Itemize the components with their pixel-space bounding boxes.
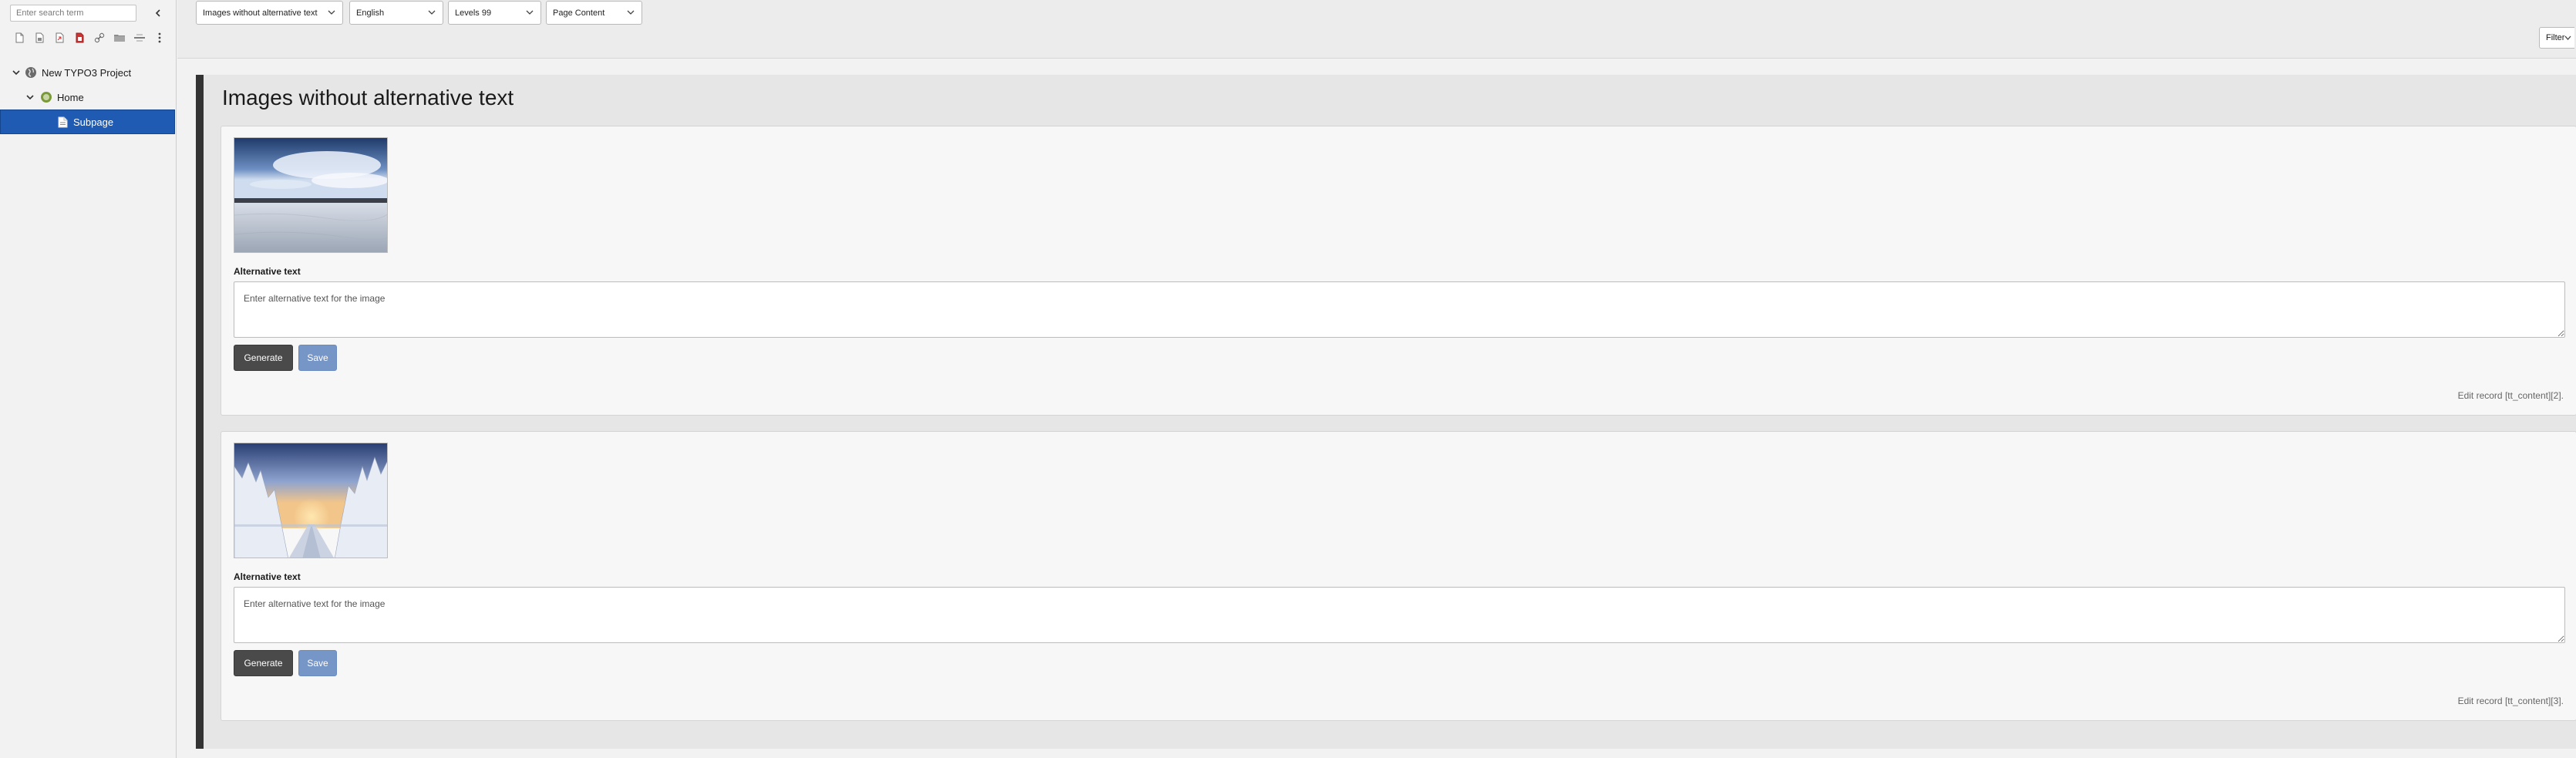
- tree-node-label: Home: [57, 91, 84, 103]
- filter-button-label: Filter: [2546, 33, 2565, 42]
- chevron-down-icon: [627, 10, 635, 15]
- tree-node-home[interactable]: Home: [0, 85, 176, 109]
- more-vertical-icon[interactable]: [150, 30, 170, 45]
- page-title: Images without alternative text: [222, 86, 514, 109]
- report-panel: Images without alternative text Alternat…: [196, 75, 2576, 749]
- tree-node-site-root[interactable]: New TYPO3 Project: [0, 60, 176, 85]
- tree-toolbar: [9, 30, 170, 45]
- image-thumbnail: [234, 137, 388, 253]
- alt-text-label: Alternative text: [234, 571, 301, 582]
- alt-text-input[interactable]: [234, 587, 2565, 643]
- image-card: Alternative text Generate Save Edit reco…: [221, 431, 2576, 721]
- home-page-icon: [40, 91, 52, 103]
- page-icon: [56, 116, 69, 128]
- language-select-value: English: [356, 8, 385, 18]
- tree-node-subpage[interactable]: Subpage: [0, 109, 175, 134]
- edit-record-link[interactable]: Edit record [tt_content][3].: [2458, 696, 2564, 706]
- image-card: Alternative text Generate Save Edit reco…: [221, 126, 2576, 416]
- generate-button[interactable]: Generate: [234, 345, 293, 371]
- module-body: Images without alternative text Alternat…: [177, 59, 2576, 758]
- save-button[interactable]: Save: [298, 650, 337, 676]
- chevron-left-icon: [155, 9, 160, 17]
- new-mountpoint-icon[interactable]: [69, 30, 89, 45]
- content-type-select-value: Page Content: [553, 8, 605, 18]
- save-button[interactable]: Save: [298, 345, 337, 371]
- tree-node-label: Subpage: [73, 116, 114, 128]
- page-tree: New TYPO3 Project Home Subpage: [0, 0, 177, 758]
- module-docheader: Images without alternative text English …: [177, 0, 2576, 59]
- new-shortcut-icon[interactable]: [49, 30, 69, 45]
- edit-record-link[interactable]: Edit record [tt_content][2].: [2458, 390, 2564, 401]
- report-select-value: Images without alternative text: [203, 8, 318, 18]
- tree-nodes: New TYPO3 Project Home Subpage: [0, 60, 176, 134]
- report-select[interactable]: Images without alternative text: [196, 1, 343, 25]
- tree-node-label: New TYPO3 Project: [42, 66, 132, 79]
- site-globe-icon: [25, 66, 37, 79]
- tree-search-input[interactable]: [10, 5, 136, 22]
- alt-text-label: Alternative text: [234, 266, 301, 277]
- new-folder-icon[interactable]: [29, 30, 49, 45]
- folder-icon[interactable]: [109, 30, 130, 45]
- alt-text-input[interactable]: [234, 281, 2565, 338]
- content-type-select[interactable]: Page Content: [546, 1, 642, 25]
- image-thumbnail: [234, 443, 388, 558]
- separator-icon[interactable]: [130, 30, 150, 45]
- chevron-down-icon: [428, 10, 436, 15]
- chevron-down-icon[interactable]: [12, 68, 21, 77]
- chevron-down-icon: [526, 10, 534, 15]
- chevron-down-icon: [2564, 35, 2571, 40]
- link-icon[interactable]: [89, 30, 109, 45]
- collapse-tree-button[interactable]: [151, 6, 165, 20]
- language-select[interactable]: English: [349, 1, 443, 25]
- chevron-down-icon: [328, 10, 335, 15]
- generate-button[interactable]: Generate: [234, 650, 293, 676]
- levels-select[interactable]: Levels 99: [448, 1, 541, 25]
- filter-button[interactable]: Filter: [2539, 27, 2574, 49]
- new-page-icon[interactable]: [9, 30, 29, 45]
- chevron-down-icon[interactable]: [25, 93, 35, 102]
- levels-select-value: Levels 99: [455, 8, 492, 18]
